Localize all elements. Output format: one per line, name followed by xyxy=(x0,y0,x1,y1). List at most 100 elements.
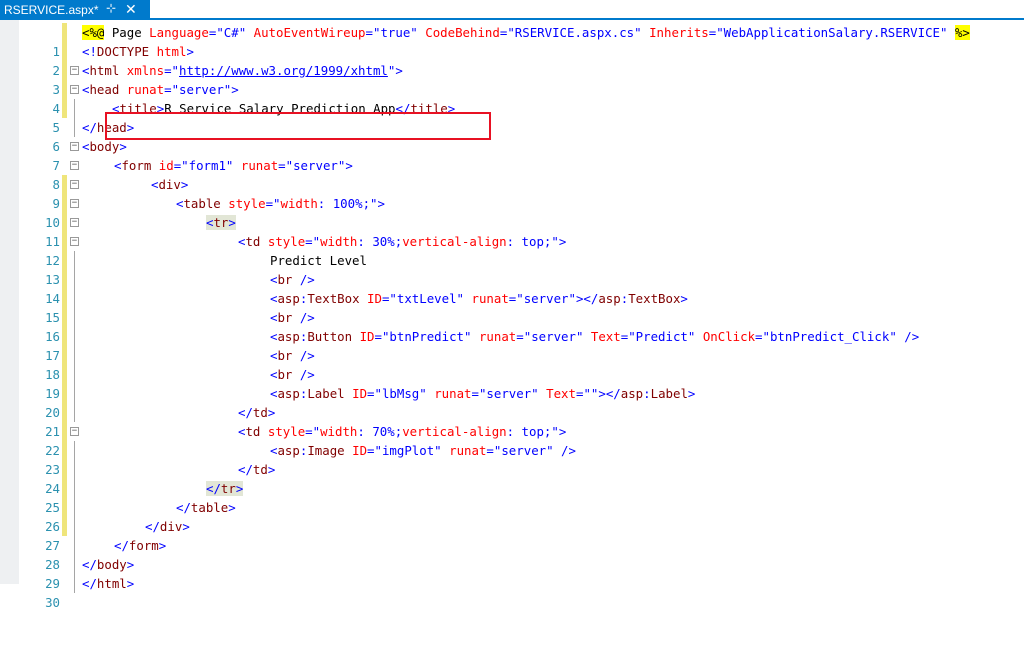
code-line-20[interactable]: 20 <asp:Label ID="lbMsg" runat="server" … xyxy=(0,384,1024,420)
code-text: <br /> xyxy=(270,310,315,325)
pin-icon[interactable]: ⊹ xyxy=(106,1,116,15)
code-text: <br /> xyxy=(270,272,315,287)
change-marker xyxy=(62,517,67,536)
code-line-15[interactable]: 15 <asp:TextBox ID="txtLevel" runat="ser… xyxy=(0,289,1024,325)
code-line-11[interactable]: 11 − <tr> xyxy=(0,213,1024,249)
code-text: <asp:Button ID="btnPredict" runat="serve… xyxy=(270,329,920,344)
code-text: <table style="width: 100%;"> xyxy=(176,196,385,211)
code-line-28[interactable]: 28 </form> xyxy=(0,536,1024,572)
code-line-8[interactable]: 8 − <form id="form1" runat="server"> xyxy=(0,156,1024,192)
fold-guide xyxy=(74,517,75,536)
change-marker xyxy=(62,270,67,289)
code-text: <tr> xyxy=(206,215,236,230)
code-text: </form> xyxy=(114,538,167,553)
code-line-26[interactable]: 26 </table> xyxy=(0,498,1024,534)
change-marker xyxy=(62,213,67,232)
code-text: <asp:Label ID="lbMsg" runat="server" Tex… xyxy=(270,386,696,401)
change-marker xyxy=(62,194,67,213)
change-marker xyxy=(62,42,67,61)
highlight-box xyxy=(105,112,491,140)
collapse-icon[interactable]: − xyxy=(70,142,79,151)
change-marker xyxy=(62,384,67,403)
code-line-13[interactable]: 13 Predict Level xyxy=(0,251,1024,287)
fold-guide xyxy=(74,384,75,403)
code-text: <head runat="server"> xyxy=(82,82,239,97)
change-marker xyxy=(62,99,67,118)
code-editor[interactable]: 1 <%@ Page Language="C#" AutoEventWireup… xyxy=(0,20,1024,610)
change-marker xyxy=(62,308,67,327)
fold-guide xyxy=(74,289,75,308)
close-icon[interactable]: ✕ xyxy=(125,1,137,18)
change-marker xyxy=(62,251,67,270)
code-line-17[interactable]: 17 <asp:Button ID="btnPredict" runat="se… xyxy=(0,327,1024,363)
change-marker xyxy=(62,422,67,441)
code-line-22[interactable]: 22 − <td style="width: 70%;vertical-alig… xyxy=(0,422,1024,458)
code-line-10[interactable]: 10 − <table style="width: 100%;"> xyxy=(0,194,1024,230)
code-line-24[interactable]: 24 </td> xyxy=(0,460,1024,496)
change-marker xyxy=(62,80,67,99)
collapse-icon[interactable]: − xyxy=(70,427,79,436)
code-text: <td style="width: 30%;vertical-align: to… xyxy=(238,234,567,249)
change-marker xyxy=(62,498,67,517)
change-marker xyxy=(62,460,67,479)
change-marker xyxy=(62,232,67,251)
line-number: 30 xyxy=(45,595,60,610)
code-text: </tr> xyxy=(206,481,244,496)
code-line-27[interactable]: 27 </div> xyxy=(0,517,1024,553)
code-line-3[interactable]: 3 − <html xmlns="http://www.w3.org/1999/… xyxy=(0,61,1024,97)
code-text: <%@ Page Language="C#" AutoEventWireup="… xyxy=(82,25,970,40)
code-line-21[interactable]: 21 </td> xyxy=(0,403,1024,439)
change-marker xyxy=(62,327,67,346)
code-text: <br /> xyxy=(270,348,315,363)
code-line-16[interactable]: 16 <br /> xyxy=(0,308,1024,344)
collapse-icon[interactable]: − xyxy=(70,85,79,94)
code-line-4[interactable]: 4 − <head runat="server"> xyxy=(0,80,1024,116)
code-line-12[interactable]: 12 − <td style="width: 30%;vertical-alig… xyxy=(0,232,1024,268)
code-line-14[interactable]: 14 <br /> xyxy=(0,270,1024,306)
code-line-1[interactable]: 1 <%@ Page Language="C#" AutoEventWireup… xyxy=(0,23,1024,59)
collapse-icon[interactable]: − xyxy=(70,218,79,227)
fold-guide xyxy=(74,536,75,555)
code-text: </td> xyxy=(238,462,276,477)
fold-guide xyxy=(74,270,75,289)
change-marker xyxy=(62,175,67,194)
collapse-icon[interactable]: − xyxy=(70,199,79,208)
fold-guide xyxy=(74,346,75,365)
code-text: <form id="form1" runat="server"> xyxy=(114,158,353,173)
collapse-icon[interactable]: − xyxy=(70,180,79,189)
code-text: <div> xyxy=(151,177,189,192)
change-marker xyxy=(62,289,67,308)
code-line-29[interactable]: 29 </body> xyxy=(0,555,1024,591)
fold-guide xyxy=(74,555,75,574)
code-text: <!DOCTYPE html> xyxy=(82,44,194,59)
code-text: <td style="width: 70%;vertical-align: to… xyxy=(238,424,567,439)
fold-guide xyxy=(74,99,75,118)
tab-rservice-aspx[interactable]: RSERVICE.aspx* ⊹ ✕ xyxy=(0,0,150,20)
code-line-19[interactable]: 19 <br /> xyxy=(0,365,1024,401)
code-line-25[interactable]: 25 </tr> xyxy=(0,479,1024,515)
fold-guide xyxy=(74,327,75,346)
change-marker xyxy=(62,346,67,365)
collapse-icon[interactable]: − xyxy=(70,237,79,246)
fold-guide xyxy=(74,498,75,517)
fold-guide xyxy=(74,460,75,479)
code-lines: 1 <%@ Page Language="C#" AutoEventWireup… xyxy=(0,23,1024,610)
code-line-2[interactable]: 2 <!DOCTYPE html> xyxy=(0,42,1024,78)
fold-guide xyxy=(74,403,75,422)
change-marker xyxy=(62,61,67,80)
change-marker xyxy=(62,479,67,498)
fold-guide xyxy=(74,479,75,498)
fold-guide xyxy=(74,365,75,384)
collapse-icon[interactable]: − xyxy=(70,66,79,75)
code-line-9[interactable]: 9 − <div> xyxy=(0,175,1024,211)
code-line-18[interactable]: 18 <br /> xyxy=(0,346,1024,382)
code-text: </td> xyxy=(238,405,276,420)
fold-guide xyxy=(74,441,75,460)
code-text: <asp:Image ID="imgPlot" runat="server" /… xyxy=(270,443,576,458)
code-text: <asp:TextBox ID="txtLevel" runat="server… xyxy=(270,291,688,306)
document-tab-bar: RSERVICE.aspx* ⊹ ✕ xyxy=(0,0,1024,20)
collapse-icon[interactable]: − xyxy=(70,161,79,170)
code-text: Predict Level xyxy=(270,253,367,268)
code-line-23[interactable]: 23 <asp:Image ID="imgPlot" runat="server… xyxy=(0,441,1024,477)
code-text: </table> xyxy=(176,500,236,515)
